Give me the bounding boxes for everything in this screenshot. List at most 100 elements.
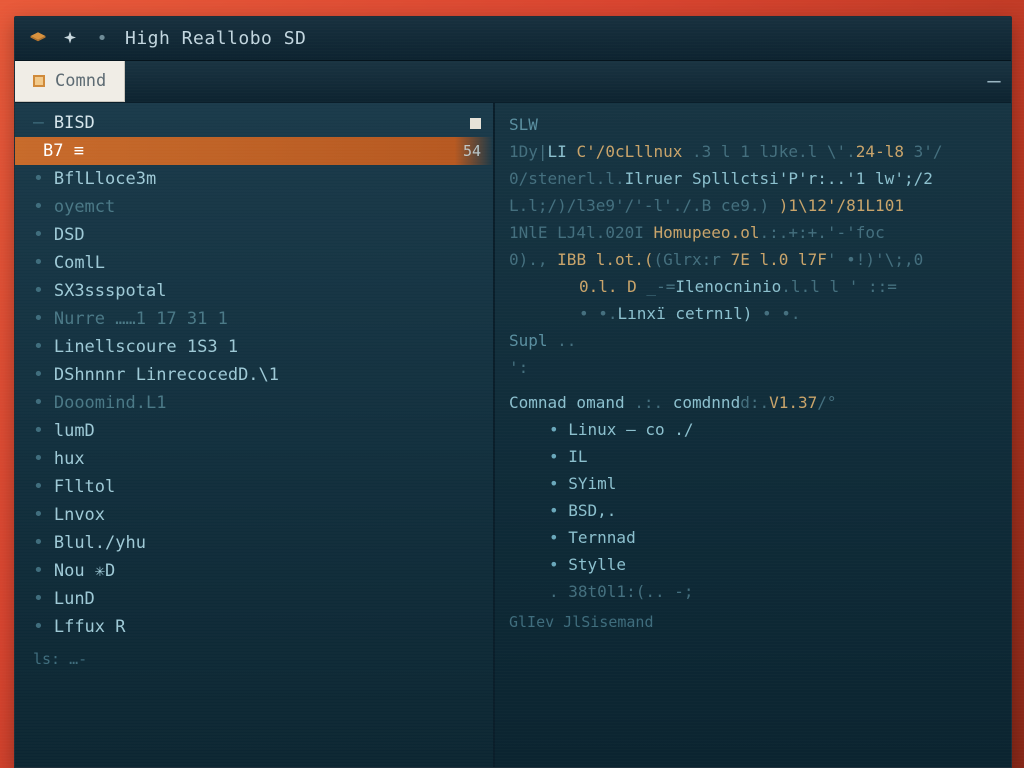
- list-item-label: Nou ✳D: [54, 557, 115, 585]
- token: C'/0cLllnux: [576, 142, 692, 161]
- bullet-icon: •: [549, 528, 568, 547]
- left-footer: ls: …-: [15, 645, 493, 673]
- list-item-label: Flltol: [54, 473, 115, 501]
- list-item[interactable]: B7 ≡54: [15, 137, 493, 165]
- list-item[interactable]: •Nurre ……1 17 31 1: [15, 305, 493, 333]
- token: Supl: [509, 331, 548, 350]
- list-item[interactable]: •hux: [15, 445, 493, 473]
- bullet-icon: •: [33, 170, 44, 188]
- list-item[interactable]: •DSD: [15, 221, 493, 249]
- minimize-button[interactable]: –: [977, 61, 1011, 102]
- tabstrip: Comnd –: [15, 61, 1011, 103]
- bullet-icon: •: [33, 394, 44, 412]
- list-item[interactable]: •SX3ssspotal: [15, 277, 493, 305]
- list-item[interactable]: • DShnnnr LinrecocedD.\1: [15, 361, 493, 389]
- token: d:.: [740, 393, 769, 412]
- list-item[interactable]: • Dooomind.L1: [15, 389, 493, 417]
- output-line: • Ternnad: [509, 524, 1001, 551]
- split-panes: –BISDB7 ≡54•BflLloce3m•oyemct•DSD•ComlL•…: [15, 103, 1011, 767]
- token: 3'/: [914, 142, 943, 161]
- token: _-=: [637, 277, 676, 296]
- token: Ilenocninio: [675, 277, 781, 296]
- output-line: 1Dy|LI C'/0cLllnux .3 l 1 lJke.l \'.24-l…: [509, 138, 1001, 165]
- output-line: 1NlE LJ4l.020I Homupeeo.ol.:.+:+.'-'foc: [509, 219, 1001, 246]
- token: /°: [817, 393, 836, 412]
- list-item[interactable]: •Lffux R: [15, 613, 493, 641]
- token: IBB l.ot.(: [557, 250, 653, 269]
- token: 24-l8: [856, 142, 914, 161]
- list-item-label: LunD: [54, 585, 95, 613]
- token: .:.+:+.'-'foc: [759, 223, 884, 242]
- list-item[interactable]: •Nou ✳D: [15, 557, 493, 585]
- list-item-label: DShnnnr LinrecocedD.\1: [54, 361, 279, 389]
- token: • •.: [579, 304, 618, 323]
- bullet-icon: •: [33, 366, 44, 384]
- token: 1NlE LJ4l.020I: [509, 223, 654, 242]
- token: 7E l.0 l7F: [731, 250, 827, 269]
- list-item[interactable]: •Linellscoure 1S3 1: [15, 333, 493, 361]
- list-item[interactable]: • BflLloce3m: [15, 165, 493, 193]
- token: Ternnad: [568, 528, 635, 547]
- list-item[interactable]: •lumD: [15, 417, 493, 445]
- token: Homupeeo.ol: [654, 223, 760, 242]
- output-line: SLW: [509, 111, 1001, 138]
- left-pane[interactable]: –BISDB7 ≡54•BflLloce3m•oyemct•DSD•ComlL•…: [15, 103, 495, 767]
- output-line: 0)., IBB l.ot.((Glrx:r 7E l.0 l7F' •!)'\…: [509, 246, 1001, 273]
- token: BSD,.: [568, 501, 616, 520]
- token: Linux – co ./: [568, 420, 693, 439]
- bullet-icon: •: [33, 506, 44, 524]
- bullet-icon: •: [549, 420, 568, 439]
- list-item[interactable]: • Lnvox: [15, 501, 493, 529]
- sparkle-icon[interactable]: [61, 30, 79, 48]
- list-item-label: B7 ≡: [43, 137, 84, 165]
- output-line: 0/stenerl.l.Ilruer Splllctsi'P'r:..'1 lw…: [509, 165, 1001, 192]
- bullet-icon: •: [549, 447, 568, 466]
- bullet-icon: •: [33, 590, 44, 608]
- token: ..: [548, 331, 577, 350]
- terminal-icon: [33, 75, 45, 87]
- output-line: . 38t0l1:(.. -;: [509, 578, 1001, 605]
- bullet-icon: –: [33, 114, 44, 132]
- list-item-label: BISD: [54, 109, 95, 137]
- list-item-label: Dooomind.L1: [54, 389, 167, 417]
- token: .3 l 1 lJke.l \'.: [692, 142, 856, 161]
- output-line: • •.Lınxï cetrnıl) • •.: [509, 300, 1001, 327]
- token: Comnad omand: [509, 393, 625, 412]
- right-footer: GlIev JlSisemand: [509, 609, 1001, 636]
- token: . 38t0l1:(.. -;: [549, 582, 694, 601]
- bullet-icon: •: [549, 555, 568, 574]
- list-item[interactable]: • LunD: [15, 585, 493, 613]
- list-item[interactable]: •ComlL: [15, 249, 493, 277]
- bullet-icon: •: [33, 198, 44, 216]
- token: Lınxï cetrnıl): [618, 304, 753, 323]
- token: 0).,: [509, 250, 557, 269]
- bullet-icon: •: [33, 282, 44, 300]
- tab-command[interactable]: Comnd: [15, 61, 125, 102]
- token: • •.: [752, 304, 800, 323]
- token: )1\12'/81L101: [769, 196, 904, 215]
- list-item-label: oyemct: [54, 193, 115, 221]
- token: 0/stenerl.l.: [509, 169, 625, 188]
- tabstrip-spacer: [125, 61, 977, 102]
- output-line: Comnad omand .:. comdnndd:.V1.37/°: [509, 389, 1001, 416]
- list-item-label: Lnvox: [54, 501, 105, 529]
- dot-icon: •: [93, 30, 111, 48]
- layers-icon[interactable]: [29, 30, 47, 48]
- token: LI: [548, 142, 577, 161]
- tab-label: Comnd: [55, 71, 106, 91]
- output-line: • BSD,.: [509, 497, 1001, 524]
- output-line: ':: [509, 354, 1001, 381]
- list-item-label: Linellscoure 1S3 1: [54, 333, 238, 361]
- bullet-icon: •: [33, 450, 44, 468]
- token: Ilruer Splllctsi'P'r:..'1 lw';/2: [625, 169, 933, 188]
- titlebar: • High Reallobo SD: [15, 17, 1011, 61]
- list-item[interactable]: •Blul./yhu: [15, 529, 493, 557]
- token: Stylle: [568, 555, 626, 574]
- list-item-label: BflLloce3m: [54, 165, 156, 193]
- chip-icon: [470, 118, 481, 129]
- list-item[interactable]: • oyemct: [15, 193, 493, 221]
- list-item[interactable]: •Flltol: [15, 473, 493, 501]
- right-pane[interactable]: SLW1Dy|LI C'/0cLllnux .3 l 1 lJke.l \'.2…: [495, 103, 1011, 767]
- output-line: L.l;/)/l3e9'/'-l'./.B ce9.) )1\12'/81L10…: [509, 192, 1001, 219]
- list-item[interactable]: –BISD: [15, 109, 493, 137]
